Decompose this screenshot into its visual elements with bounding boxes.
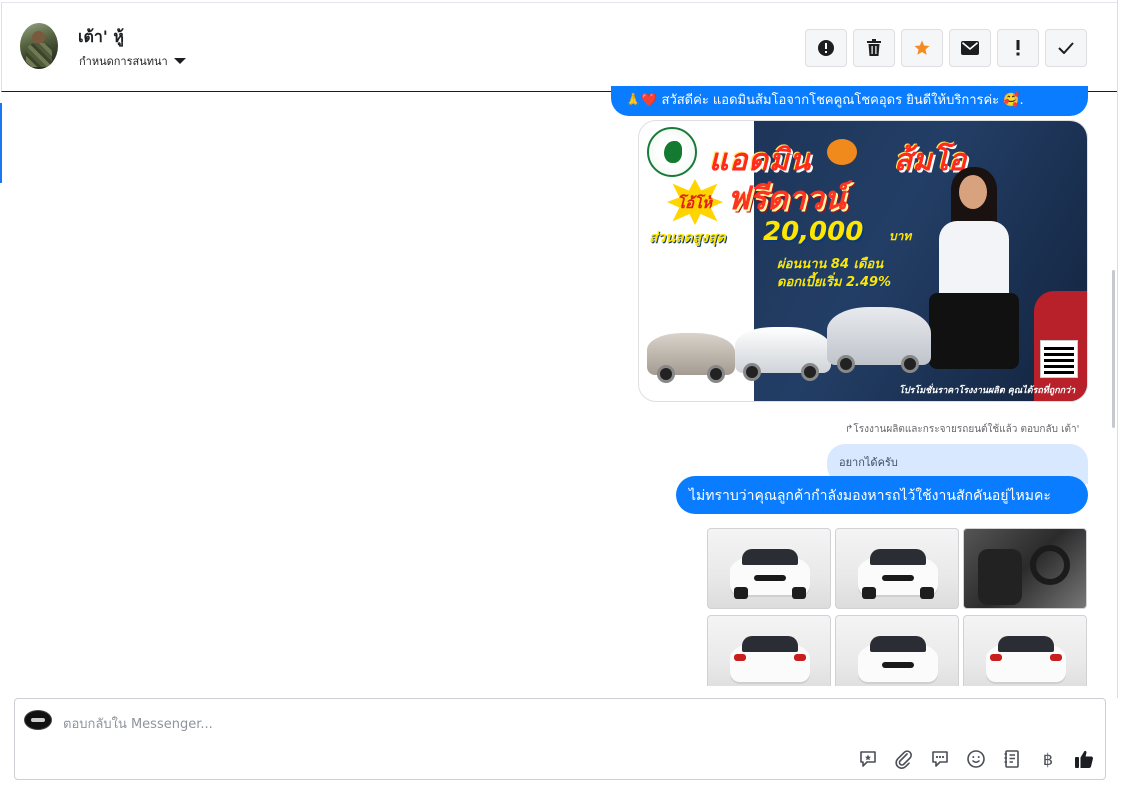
- delete-button[interactable]: [853, 29, 895, 67]
- emoji-button[interactable]: [964, 747, 988, 771]
- promo-car-wheel: [743, 363, 761, 381]
- quick-reply-button[interactable]: [928, 747, 952, 771]
- car-tail-lamp: [990, 654, 1002, 661]
- car-grille: [754, 575, 786, 581]
- car-photo-tile[interactable]: [707, 528, 831, 609]
- reply-note-text: โรงงานผลิตและกระจายรถยนต์ใช้แล้ว ตอบกลับ…: [853, 424, 1080, 435]
- baht-icon: ฿: [1042, 749, 1054, 769]
- car-wheel: [734, 587, 748, 599]
- agent-question-message[interactable]: ไม่ทราบว่าคุณลูกค้ากำลังมองหารถไว้ใช้งาน…: [676, 476, 1088, 514]
- message-scrollbar[interactable]: [1112, 270, 1115, 428]
- promo-car-wheel: [801, 363, 819, 381]
- promo-badge: โอ้โห้: [667, 179, 723, 225]
- car-wheel: [792, 587, 806, 599]
- saved-reply-button[interactable]: [856, 747, 880, 771]
- car-steering-wheel: [1030, 545, 1070, 585]
- car-photo-tile[interactable]: [835, 615, 959, 686]
- promo-car-wheel: [837, 355, 855, 373]
- trash-icon: [867, 39, 881, 56]
- page-avatar: [24, 710, 52, 730]
- car-photo-tile[interactable]: [707, 615, 831, 686]
- exclamation-icon: [1016, 40, 1020, 56]
- promo-image-message[interactable]: แอดมิน ส้มโอ โอ้โห้ ฟรีดาวน์ ส่วนลดสูงสุ…: [638, 120, 1088, 402]
- car-tail-lamp: [794, 654, 806, 661]
- mark-spam-button[interactable]: [805, 29, 847, 67]
- promo-car-wheel: [707, 365, 725, 383]
- emoji-icon: [967, 750, 985, 768]
- car-grille: [882, 662, 914, 668]
- promo-footer: โปรโมชั่นราคาโรงงานผลิต คุณได้รถที่ถูกกว…: [899, 386, 1076, 396]
- notes-button[interactable]: [1000, 747, 1024, 771]
- promo-model-figure: [929, 161, 1019, 401]
- mark-done-button[interactable]: [1045, 29, 1087, 67]
- assign-label: กำหนดการสนทนา: [79, 55, 168, 68]
- star-button[interactable]: [901, 29, 943, 67]
- attachment-icon: [895, 750, 912, 769]
- selection-indicator: [0, 103, 2, 183]
- car-photo-tile[interactable]: [963, 528, 1087, 609]
- car-photo-tile[interactable]: [835, 528, 959, 609]
- car-interior-seat: [978, 549, 1022, 605]
- model-shirt: [939, 221, 1009, 301]
- car-rear-window: [998, 636, 1054, 652]
- promo-badge-text: โอ้โห้: [677, 194, 713, 212]
- notes-icon: [1004, 750, 1019, 768]
- check-icon: [1058, 42, 1074, 54]
- assign-conversation-dropdown[interactable]: กำหนดการสนทนา: [79, 52, 186, 70]
- promo-car-wheel: [657, 365, 675, 383]
- payment-button[interactable]: ฿: [1036, 747, 1060, 771]
- attach-file-button[interactable]: [892, 747, 916, 771]
- qr-code: [1040, 340, 1078, 378]
- alert-circle-icon: [818, 40, 834, 56]
- dealer-logo: [647, 127, 697, 177]
- reply-input[interactable]: [63, 714, 1063, 734]
- promo-car-wheel: [901, 355, 919, 373]
- contact-avatar[interactable]: [20, 23, 58, 69]
- avatar-body: [26, 43, 52, 67]
- star-icon: [914, 40, 930, 55]
- chevron-down-icon: [173, 58, 186, 64]
- panel-divider: [1117, 0, 1118, 698]
- model-pants: [929, 293, 1019, 369]
- saved-reply-icon: [860, 751, 876, 767]
- follow-up-button[interactable]: [997, 29, 1039, 67]
- like-button[interactable]: [1072, 747, 1096, 771]
- envelope-icon: [961, 41, 979, 55]
- promo-discount-amount: 20,000: [763, 217, 864, 247]
- contact-name[interactable]: เต้า' หู้: [78, 25, 124, 50]
- reply-context-note: ↱โรงงานผลิตและกระจายรถยนต์ใช้แล้ว ตอบกลั…: [845, 422, 1079, 437]
- car-windshield: [870, 636, 926, 652]
- reply-composer: ฿: [14, 698, 1106, 780]
- car-rear-window: [742, 636, 798, 652]
- chat-bubble-icon: [932, 751, 948, 767]
- mark-unread-button[interactable]: [949, 29, 991, 67]
- promo-interest: ดอกเบี้ยเริ่ม 2.49%: [777, 275, 892, 290]
- conversation-header: เต้า' หู้ กำหนดการสนทนา: [1, 2, 1117, 92]
- greeting-message[interactable]: 🙏❤️ สวัสดีค่ะ แอดมินส้มโอจากโชคคูณโชคอุด…: [611, 86, 1088, 116]
- car-windshield: [742, 549, 798, 565]
- car-windshield: [870, 549, 926, 565]
- promo-discount-unit: บาท: [889, 229, 912, 243]
- car-photo-grid: [707, 528, 1087, 686]
- car-tail-lamp: [1050, 654, 1062, 661]
- car-grille: [882, 575, 914, 581]
- car-wheel: [920, 587, 934, 599]
- car-photo-tile[interactable]: [963, 615, 1087, 686]
- orange-icon: [827, 139, 857, 165]
- inbox-conversation-view: เต้า' หู้ กำหนดการสนทนา 🙏❤️ สวัสดีค่ะ แอ…: [0, 0, 1126, 785]
- car-wheel: [862, 587, 876, 599]
- model-face: [959, 175, 987, 209]
- car-tail-lamp: [734, 654, 746, 661]
- thumbs-up-icon: [1075, 750, 1093, 768]
- promo-discount-label: ส่วนลดสูงสุด: [649, 230, 726, 246]
